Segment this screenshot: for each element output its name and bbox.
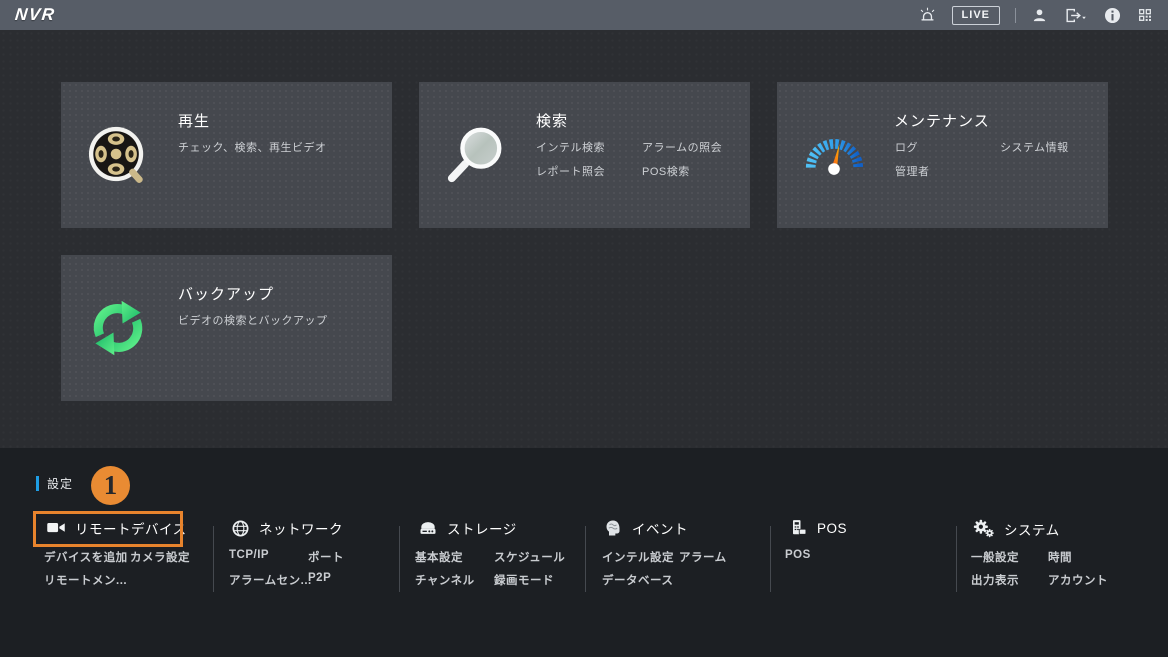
item-camera-config[interactable]: カメラ設定 xyxy=(130,549,190,565)
item-alarm[interactable]: アラーム xyxy=(679,549,727,565)
link-log[interactable]: ログ xyxy=(895,139,918,155)
item-add-device[interactable]: デバイスを追加 xyxy=(44,549,128,565)
card-title: バックアップ xyxy=(178,283,274,304)
settings-section-label: 設定 xyxy=(36,475,73,492)
settings-divider xyxy=(213,526,214,592)
card-subtitle: ビデオの検索とバックアップ xyxy=(178,312,328,328)
annotation-badge-1: 1 xyxy=(91,466,130,505)
topbar-divider xyxy=(1015,8,1016,23)
settings-col-title: システム xyxy=(1004,519,1060,539)
gauge-icon xyxy=(803,124,865,186)
settings-col-title: ストレージ xyxy=(447,518,517,538)
settings-col-event[interactable]: イベント xyxy=(603,518,688,538)
settings-col-network[interactable]: ネットワーク xyxy=(231,518,343,538)
item-pos[interactable]: POS xyxy=(785,549,811,561)
link-report-inquiry[interactable]: レポート照会 xyxy=(536,163,605,179)
accent-bar xyxy=(36,476,39,491)
settings-divider xyxy=(770,526,771,592)
info-icon[interactable] xyxy=(1103,6,1122,25)
sync-arrows-icon xyxy=(87,297,149,359)
qr-code-icon[interactable] xyxy=(1137,7,1153,23)
card-title: 検索 xyxy=(536,110,568,131)
settings-col-title: イベント xyxy=(632,518,688,538)
item-output-display[interactable]: 出力表示 xyxy=(971,572,1019,588)
item-remote-maint[interactable]: リモートメン... xyxy=(44,572,127,588)
settings-col-storage[interactable]: ストレージ xyxy=(418,518,517,538)
alarm-siren-icon[interactable] xyxy=(918,6,937,25)
settings-col-title: POS xyxy=(817,521,847,536)
gears-icon xyxy=(972,518,995,539)
item-account[interactable]: アカウント xyxy=(1048,572,1108,588)
settings-col-pos[interactable]: POS xyxy=(788,518,847,538)
item-intel-settings[interactable]: インテル設定 xyxy=(602,549,674,565)
item-p2p[interactable]: P2P xyxy=(308,572,331,584)
nvr-logo: NVR xyxy=(14,5,57,25)
card-title: 再生 xyxy=(178,110,210,131)
item-general-settings[interactable]: 一般設定 xyxy=(971,549,1019,565)
settings-area: 設定 1 リモートデバイス デバイスを追加 カメラ設定 リモートメン... ネッ… xyxy=(0,448,1168,657)
link-pos-search[interactable]: POS検索 xyxy=(642,163,690,179)
settings-label-text: 設定 xyxy=(47,475,73,492)
settings-col-system[interactable]: システム xyxy=(972,518,1060,539)
link-admin[interactable]: 管理者 xyxy=(895,163,930,179)
link-system-info[interactable]: システム情報 xyxy=(1000,139,1069,155)
film-reel-icon xyxy=(87,124,149,186)
settings-divider xyxy=(956,526,957,592)
link-intel-search[interactable]: インテル検索 xyxy=(536,139,605,155)
settings-divider xyxy=(585,526,586,592)
globe-icon xyxy=(231,519,250,538)
card-maintenance[interactable]: メンテナンス ログ システム情報 管理者 xyxy=(777,82,1108,228)
item-port[interactable]: ポート xyxy=(308,549,344,565)
item-schedule[interactable]: スケジュール xyxy=(494,549,565,565)
item-basic-settings[interactable]: 基本設定 xyxy=(415,549,463,565)
item-database[interactable]: データベース xyxy=(602,572,673,588)
item-channel[interactable]: チャンネル xyxy=(415,572,475,588)
link-alarm-inquiry[interactable]: アラームの照会 xyxy=(642,139,722,155)
item-record-mode[interactable]: 録画モード xyxy=(494,572,554,588)
pos-terminal-icon xyxy=(788,518,808,538)
annotation-highlight-remote-device xyxy=(33,511,183,547)
card-search[interactable]: 検索 インテル検索 アラームの照会 レポート照会 POS検索 xyxy=(419,82,750,228)
card-title: メンテナンス xyxy=(894,110,990,131)
item-alarm-center[interactable]: アラームセン... xyxy=(229,572,312,588)
settings-divider xyxy=(399,526,400,592)
user-icon[interactable] xyxy=(1031,7,1048,24)
logout-icon[interactable] xyxy=(1063,6,1088,25)
magnifier-icon xyxy=(445,124,507,186)
item-tcpip[interactable]: TCP/IP xyxy=(229,549,269,561)
topbar-actions: LIVE xyxy=(918,6,1153,25)
top-bar: NVR LIVE xyxy=(0,0,1168,30)
card-subtitle: チェック、検索、再生ビデオ xyxy=(178,139,327,155)
settings-col-title: ネットワーク xyxy=(259,518,343,538)
live-button[interactable]: LIVE xyxy=(952,6,1000,25)
nvr-home-screen: NVR LIVE xyxy=(0,0,1168,657)
item-time[interactable]: 時間 xyxy=(1048,549,1072,565)
brain-icon xyxy=(603,518,623,538)
card-playback[interactable]: 再生 チェック、検索、再生ビデオ xyxy=(61,82,392,228)
card-backup[interactable]: バックアップ ビデオの検索とバックアップ xyxy=(61,255,392,401)
hard-drive-icon xyxy=(418,518,438,538)
main-menu-area: 再生 チェック、検索、再生ビデオ 検索 インテル検索 アラームの照会 レポ xyxy=(0,30,1168,448)
